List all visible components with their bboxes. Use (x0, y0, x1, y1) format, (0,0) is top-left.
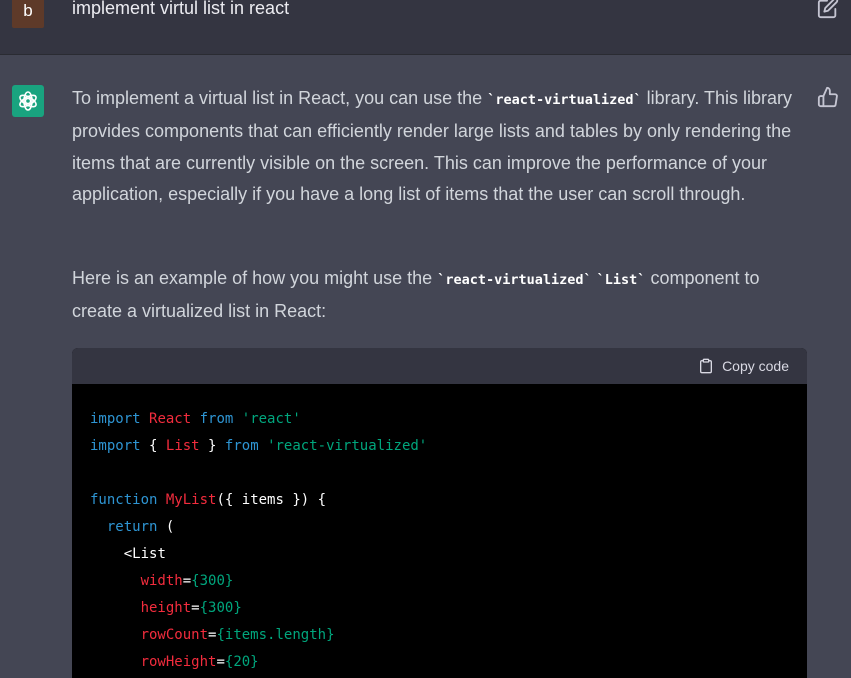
assistant-avatar (12, 85, 44, 117)
code-line: return ( (106, 519, 175, 535)
thumbs-up-icon (817, 86, 838, 108)
inline-code: `react-virtualized` (437, 272, 592, 288)
code-line: <List (123, 546, 166, 562)
assistant-paragraph-1: To implement a virtual list in React, yo… (72, 83, 812, 211)
copy-code-label: Copy code (722, 358, 789, 374)
code-line: import { List } from 'react-virtualized' (90, 438, 428, 454)
paragraph-text: Here is an example of how you might use … (72, 268, 438, 288)
clipboard-icon (700, 358, 713, 374)
code-line: width={300} (140, 573, 234, 589)
user-message-row: b implement virtul list in react (0, 0, 851, 55)
user-prompt-text: implement virtul list in react (72, 0, 290, 18)
code-line: function MyList({ items }) { (90, 492, 327, 508)
code-line: rowHeight={20} (140, 654, 259, 670)
code-line: rowCount={items.length} (140, 627, 335, 643)
thumbs-up-button[interactable] (817, 86, 839, 108)
user-avatar: b (12, 0, 44, 28)
copy-code-button[interactable]: Copy code (698, 356, 789, 376)
inline-code: `react-virtualized` (487, 92, 642, 108)
pencil-square-icon (817, 0, 839, 19)
code-line: height={300} (140, 600, 242, 616)
assistant-paragraph-2: Here is an example of how you might use … (72, 263, 812, 328)
code-content: import React from 'react' import { List }… (72, 384, 807, 676)
code-line: import React from 'react' (90, 411, 301, 427)
edit-message-button[interactable] (817, 0, 839, 19)
openai-logo-icon (19, 91, 37, 111)
code-block: Copy code import React from 'react' impor… (72, 348, 807, 678)
inline-code: `List` (596, 272, 646, 288)
paragraph-text: To implement a virtual list in React, yo… (72, 88, 488, 108)
code-block-header: Copy code (72, 348, 807, 384)
